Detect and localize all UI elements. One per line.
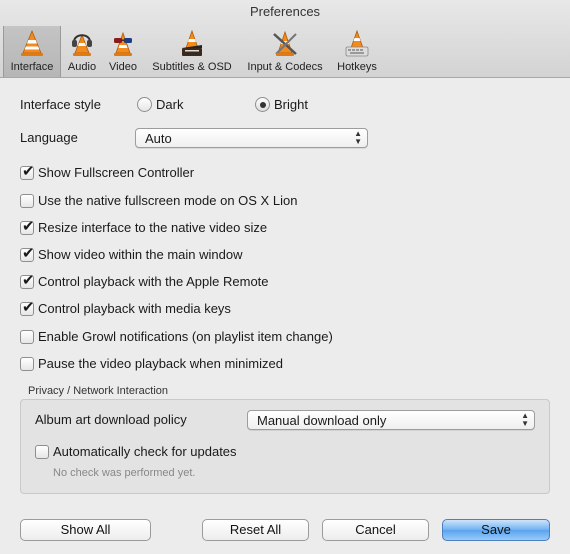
album-art-value: Manual download only [257, 413, 387, 428]
checkbox-pause-when-minimized[interactable] [20, 357, 34, 371]
checkbox-resize-interface[interactable]: ✔ [20, 218, 35, 235]
update-status-hint: No check was performed yet. [53, 467, 196, 479]
checkmark-icon: ✔ [22, 163, 35, 180]
preferences-window: Preferences Interface Audio Video Subtit… [0, 0, 570, 554]
checkbox-label[interactable]: Pause the video playback when minimized [38, 356, 283, 371]
checkbox-label[interactable]: Resize interface to the native video siz… [38, 220, 267, 235]
checkbox-label[interactable]: Show Fullscreen Controller [38, 165, 194, 180]
radio-bright-label[interactable]: Bright [274, 97, 308, 112]
interface-style-label: Interface style [20, 97, 101, 112]
tab-audio[interactable]: Audio [63, 26, 101, 77]
tab-hotkeys[interactable]: Hotkeys [332, 26, 382, 77]
checkbox-label[interactable]: Enable Growl notifications (on playlist … [38, 329, 333, 344]
checkbox-growl-notifications[interactable] [20, 330, 34, 344]
radio-dark-label[interactable]: Dark [156, 97, 183, 112]
album-art-label: Album art download policy [35, 412, 187, 427]
tab-label: Subtitles & OSD [152, 61, 232, 73]
tab-label: Input & Codecs [247, 61, 323, 73]
privacy-group-title: Privacy / Network Interaction [28, 385, 168, 397]
show-all-button[interactable]: Show All [20, 519, 151, 541]
language-label: Language [20, 130, 78, 145]
tab-label: Audio [67, 61, 97, 73]
clapperboard-cone-icon [182, 29, 202, 56]
checkbox-label[interactable]: Use the native fullscreen mode on OS X L… [38, 193, 297, 208]
language-value: Auto [145, 131, 172, 146]
reset-all-button[interactable]: Reset All [202, 519, 309, 541]
checkmark-icon: ✔ [22, 245, 35, 262]
radio-bright[interactable] [255, 97, 270, 112]
album-art-select[interactable]: Manual download only ▲ ▼ [247, 410, 535, 430]
checkbox-media-keys[interactable]: ✔ [20, 299, 35, 316]
checkbox-label[interactable]: Control playback with the Apple Remote [38, 274, 269, 289]
checkmark-icon: ✔ [22, 272, 35, 289]
tab-label: Video [109, 61, 137, 73]
checkbox-auto-update[interactable] [35, 445, 49, 459]
language-select[interactable]: Auto ▲ ▼ [135, 128, 368, 148]
vlc-cone-icon [21, 29, 43, 56]
headphones-cone-icon [72, 33, 92, 56]
checkbox-video-in-main-window[interactable]: ✔ [20, 245, 35, 262]
checkmark-icon: ✔ [22, 299, 35, 316]
checkbox-native-fullscreen[interactable] [20, 194, 34, 208]
checkbox-label[interactable]: Automatically check for updates [53, 444, 237, 459]
updown-arrows-icon: ▲ ▼ [521, 411, 529, 428]
tab-input-codecs[interactable]: Input & Codecs [241, 26, 329, 77]
radio-dark[interactable] [137, 97, 152, 112]
save-button[interactable]: Save [442, 519, 550, 541]
tab-label: Interface [10, 61, 54, 73]
tab-label: Hotkeys [337, 61, 377, 73]
cancel-button[interactable]: Cancel [322, 519, 429, 541]
tools-cone-icon [273, 30, 297, 56]
tab-subtitles-osd[interactable]: Subtitles & OSD [146, 26, 238, 77]
checkbox-label[interactable]: Show video within the main window [38, 247, 243, 262]
toolbar: Preferences Interface Audio Video Subtit… [0, 0, 570, 78]
updown-arrows-icon: ▲ ▼ [354, 129, 362, 146]
tab-interface[interactable]: Interface [3, 26, 61, 77]
checkmark-icon: ✔ [22, 218, 35, 235]
checkbox-apple-remote[interactable]: ✔ [20, 272, 35, 289]
glasses-cone-icon [114, 31, 132, 56]
checkbox-label[interactable]: Control playback with media keys [38, 301, 231, 316]
window-title: Preferences [249, 4, 321, 19]
keyboard-cone-icon [345, 29, 369, 57]
tab-video[interactable]: Video [104, 26, 142, 77]
checkbox-show-fullscreen-controller[interactable]: ✔ [20, 163, 35, 180]
